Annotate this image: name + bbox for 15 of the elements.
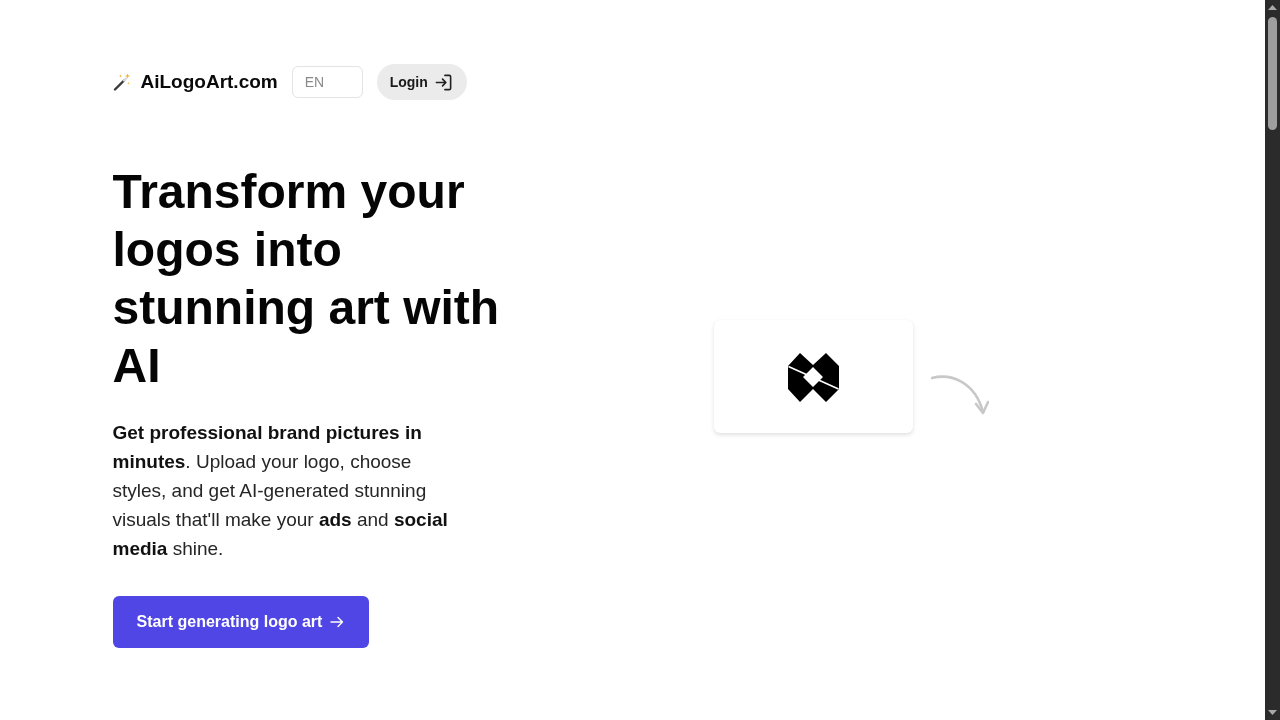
scroll-down-icon[interactable] xyxy=(1268,710,1277,715)
magic-wand-icon xyxy=(112,73,131,91)
scroll-up-icon[interactable] xyxy=(1268,5,1277,10)
scrollbar[interactable] xyxy=(1265,0,1280,720)
start-generating-button[interactable]: Start generating logo art xyxy=(112,596,369,648)
hero-headline: Transform your logos into stunning art with AI xyxy=(112,164,501,394)
arrow-right-icon xyxy=(330,616,345,628)
hero-description: Get professional brand pictures in minutes. Upload your logo, choose styles, and get AI-generated stunning visuals that'll make your ads and social media shine. xyxy=(112,421,449,561)
login-button[interactable]: Login xyxy=(376,64,467,100)
scrollbar-thumb[interactable] xyxy=(1268,17,1277,130)
language-select[interactable]: EN xyxy=(291,66,363,98)
geometric-logo-icon xyxy=(787,351,839,402)
login-icon xyxy=(433,72,453,92)
brand-name[interactable]: AiLogoArt.com xyxy=(140,71,278,93)
curved-arrow-icon xyxy=(930,374,989,416)
